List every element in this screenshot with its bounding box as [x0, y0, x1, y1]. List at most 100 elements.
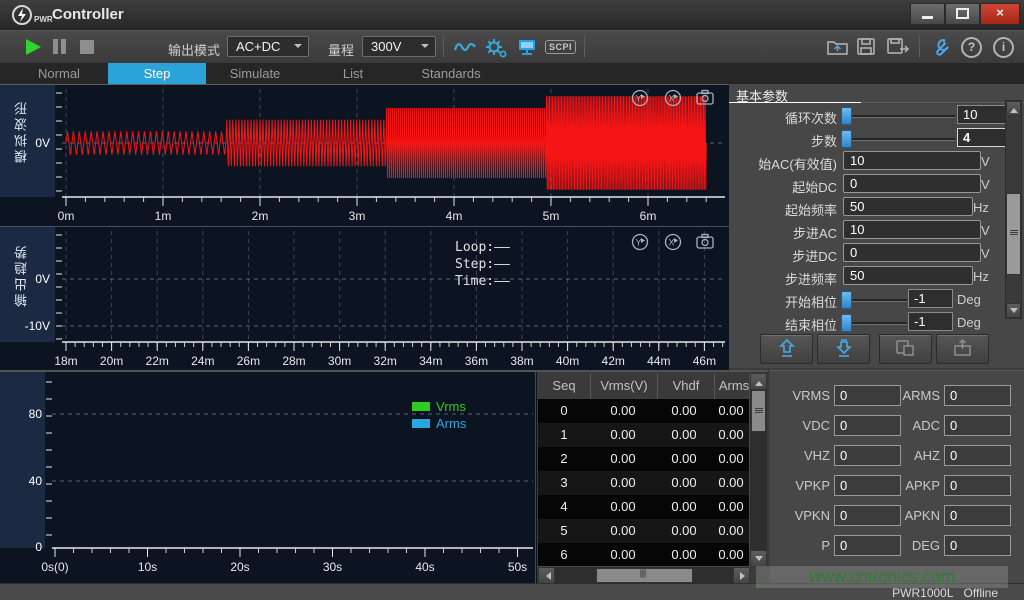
camera-icon[interactable]	[696, 89, 715, 111]
slider-thumb[interactable]	[841, 314, 852, 332]
column-header[interactable]: Vrms(V)	[591, 373, 658, 399]
save-icon[interactable]	[857, 38, 876, 60]
start-ac-field[interactable]: 10	[843, 151, 981, 170]
x-tick-label: 38m	[510, 354, 533, 368]
table-row[interactable]: 20.000.000.00	[538, 447, 767, 471]
tab-simulate[interactable]: Simulate	[206, 63, 304, 84]
scroll-down-button[interactable]	[750, 550, 767, 567]
legend-vrms: Vrms	[436, 398, 466, 415]
table-row[interactable]: 60.000.000.00	[538, 543, 767, 567]
x-tick-label: 20s	[230, 560, 249, 574]
start-dc-field[interactable]: 0	[843, 174, 981, 193]
param-row-loop-count: 循环次数 10	[729, 104, 1024, 127]
tools-wrench-icon[interactable]	[930, 38, 952, 63]
table-cell: 6	[538, 543, 590, 567]
x-tick-label: 40s	[415, 560, 434, 574]
output-mode-dropdown[interactable]: AC+DC	[227, 36, 309, 57]
tab-list[interactable]: List	[304, 63, 402, 84]
step-freq-field[interactable]: 50	[843, 266, 973, 285]
x-autoscale-icon[interactable]: X	[664, 233, 682, 256]
table-row[interactable]: 30.000.000.00	[538, 471, 767, 495]
start-freq-field[interactable]: 50	[843, 197, 973, 216]
x-tick-label: 4m	[446, 209, 463, 223]
scroll-thumb[interactable]	[1006, 193, 1021, 275]
maximize-button[interactable]	[945, 3, 980, 25]
params-scrollbar[interactable]	[1005, 100, 1022, 319]
table-cell: 0.00	[656, 447, 712, 471]
waveform-icon[interactable]	[453, 38, 479, 61]
table-cell: 2	[538, 447, 590, 471]
table-cell: 0.00	[712, 495, 750, 519]
step-count-value[interactable]: 4	[957, 128, 1008, 147]
step-count-slider[interactable]	[843, 138, 955, 141]
load-sequence-button[interactable]	[936, 334, 989, 364]
scpi-icon[interactable]: SCPI	[545, 40, 576, 54]
scroll-up-button[interactable]	[750, 373, 767, 390]
range-dropdown[interactable]: 300V	[362, 36, 436, 57]
save-sequence-button[interactable]	[879, 334, 932, 364]
y-autoscale-icon[interactable]: Y	[631, 89, 649, 112]
table-horizontal-scrollbar[interactable]	[538, 566, 750, 584]
step-ac-field[interactable]: 10	[843, 220, 981, 239]
info-icon[interactable]: i	[993, 37, 1014, 58]
help-icon[interactable]: ?	[961, 37, 982, 58]
open-file-icon[interactable]	[827, 38, 848, 60]
loop-annotation: Loop:——	[455, 239, 510, 256]
x-autoscale-icon[interactable]: X	[664, 89, 682, 112]
table-cell: 0.00	[712, 447, 750, 471]
settings-gear-icon[interactable]	[485, 38, 508, 63]
slider-thumb[interactable]	[841, 291, 852, 309]
x-tick-label: 10s	[138, 560, 157, 574]
column-header[interactable]: Seq	[538, 373, 591, 399]
start-phase-value[interactable]: -1	[908, 289, 953, 308]
table-row[interactable]: 50.000.000.00	[538, 519, 767, 543]
param-row-end-phase: 结束相位 -1 Deg	[729, 311, 1024, 334]
end-phase-slider[interactable]	[843, 322, 907, 325]
end-phase-value[interactable]: -1	[908, 312, 953, 331]
table-cell: 3	[538, 471, 590, 495]
table-row[interactable]: 40.000.000.00	[538, 495, 767, 519]
column-header[interactable]: Vhdf	[658, 373, 715, 399]
y-autoscale-icon[interactable]: Y	[631, 233, 649, 256]
table-row[interactable]: 10.000.000.00	[538, 423, 767, 447]
step-dc-field[interactable]: 0	[843, 243, 981, 262]
toolbar: 输出模式 AC+DC 量程 300V SCPI ? i	[0, 30, 1024, 65]
start-phase-slider[interactable]	[843, 299, 907, 302]
tab-step[interactable]: Step	[108, 63, 206, 84]
pause-button[interactable]	[53, 39, 69, 59]
play-button[interactable]	[26, 39, 41, 55]
x-tick-label: 44m	[647, 354, 670, 368]
download-params-button[interactable]	[817, 334, 870, 364]
measurement-label: APKN	[888, 508, 940, 523]
save-as-icon[interactable]	[887, 38, 911, 60]
charts-area: 模拟波形 0V 0m1m2m3m4m5m6m Y X 输出趋势 0V -10V …	[0, 84, 729, 371]
stop-button[interactable]	[80, 40, 94, 54]
table-cell: 0.00	[656, 471, 712, 495]
x-tick-label: 2m	[252, 209, 269, 223]
scroll-left-button[interactable]	[538, 567, 555, 584]
tab-normal[interactable]: Normal	[10, 63, 108, 84]
minimize-button[interactable]	[910, 3, 945, 25]
scroll-thumb[interactable]	[751, 390, 766, 432]
scroll-right-button[interactable]	[733, 567, 750, 584]
scroll-down-button[interactable]	[1006, 303, 1021, 318]
hscroll-thumb[interactable]	[596, 568, 693, 583]
scroll-up-button[interactable]	[1006, 101, 1021, 116]
upload-params-button[interactable]	[760, 334, 813, 364]
measurement-label: AHZ	[888, 448, 940, 463]
table-cell: 0	[538, 399, 590, 423]
table-cell: 0.00	[712, 399, 750, 423]
loop-count-value[interactable]: 10	[957, 105, 1008, 124]
slider-thumb[interactable]	[841, 107, 852, 125]
loop-count-slider[interactable]	[843, 115, 955, 118]
table-vertical-scrollbar[interactable]	[749, 373, 767, 567]
table-row[interactable]: 00.000.000.00	[538, 399, 767, 423]
x-tick-label: 30s	[323, 560, 342, 574]
camera-icon[interactable]	[696, 233, 715, 255]
x-tick-label: 24m	[191, 354, 214, 368]
device-monitor-icon[interactable]	[517, 38, 538, 61]
measurement-field: 0	[944, 475, 1011, 496]
tab-standards[interactable]: Standards	[402, 63, 500, 84]
close-button[interactable]: ×	[980, 3, 1020, 25]
slider-thumb[interactable]	[841, 130, 852, 148]
